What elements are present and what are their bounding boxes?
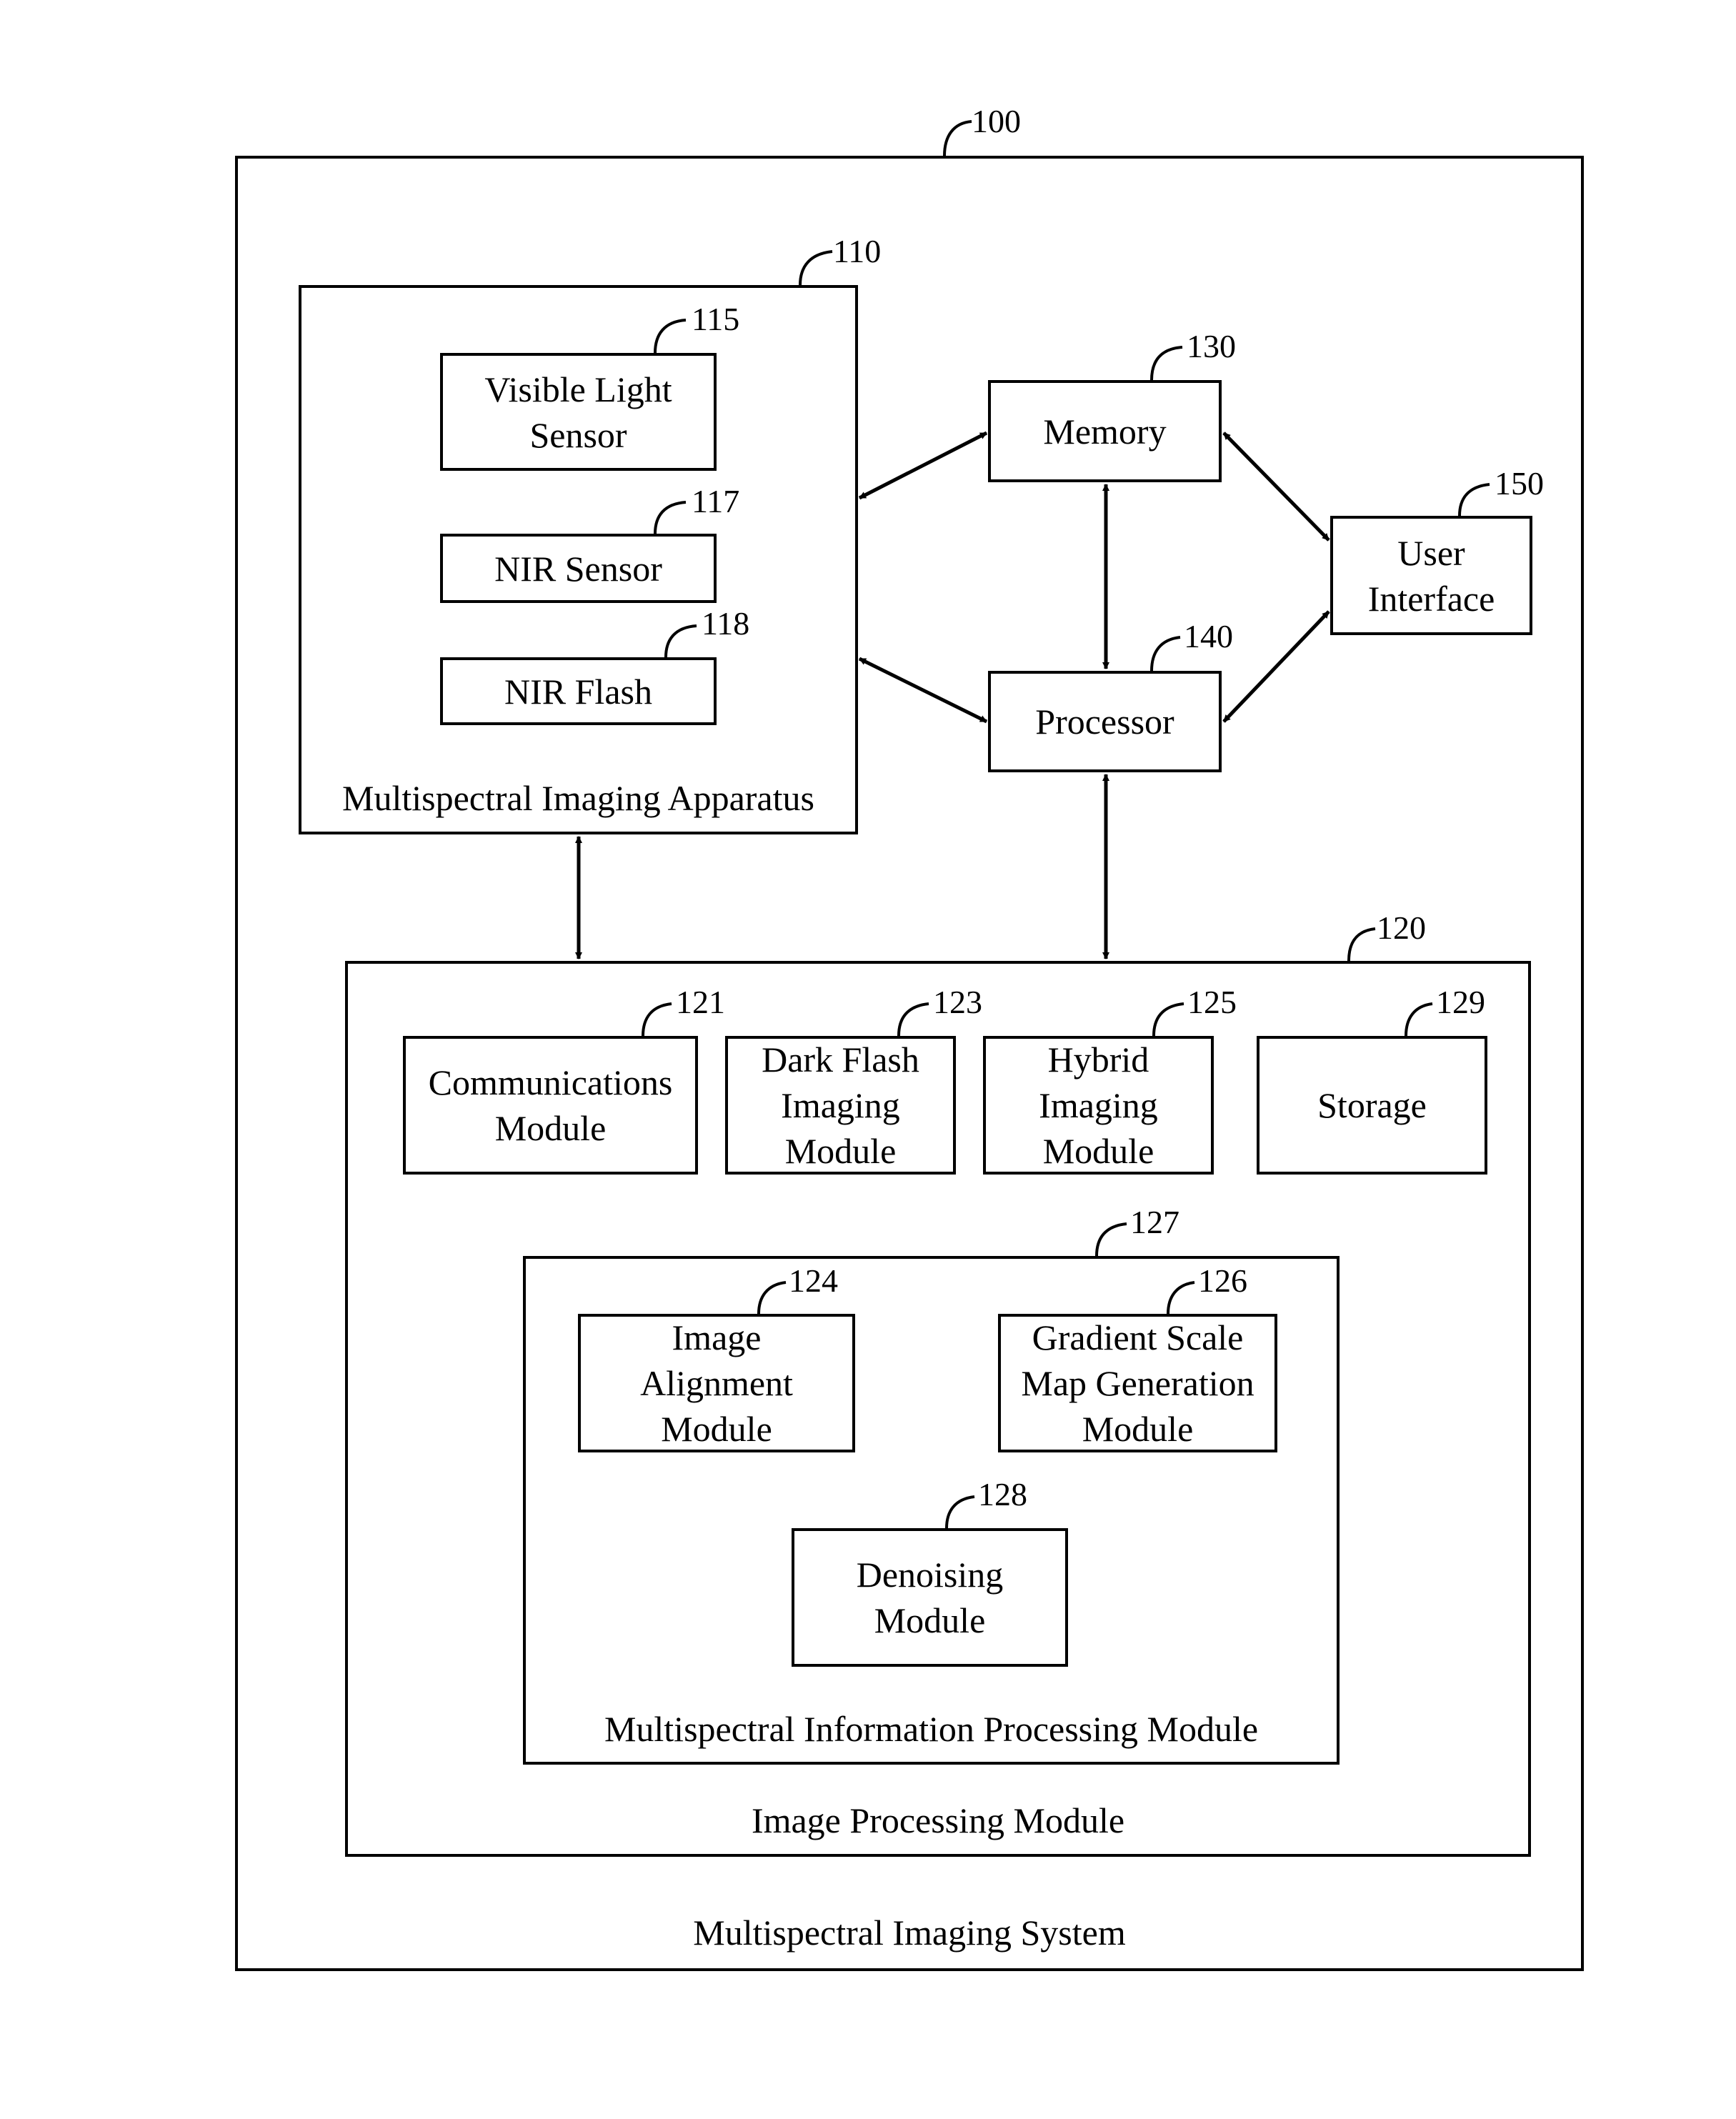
edge-processor-ui	[1222, 610, 1330, 723]
leader-125	[1152, 1002, 1184, 1037]
edge-apparatus-memory	[858, 431, 988, 500]
leader-110	[799, 250, 833, 286]
connectors-layer	[575, 120, 1490, 1529]
leader-117	[654, 501, 687, 534]
leader-129	[1405, 1002, 1433, 1037]
leader-128	[945, 1495, 975, 1529]
leader-124	[757, 1281, 787, 1315]
leader-121	[642, 1002, 672, 1037]
leader-118	[664, 624, 697, 658]
edge-apparatus-processor	[858, 657, 988, 724]
leader-140	[1150, 636, 1181, 672]
leader-150	[1458, 483, 1490, 517]
leader-127	[1095, 1222, 1127, 1257]
leader-115	[654, 319, 687, 354]
leader-130	[1150, 346, 1183, 381]
leader-120	[1347, 927, 1376, 962]
edge-memory-ui	[1222, 432, 1330, 542]
leader-126	[1167, 1281, 1195, 1315]
leader-123	[897, 1002, 929, 1037]
leader-100	[943, 120, 972, 156]
